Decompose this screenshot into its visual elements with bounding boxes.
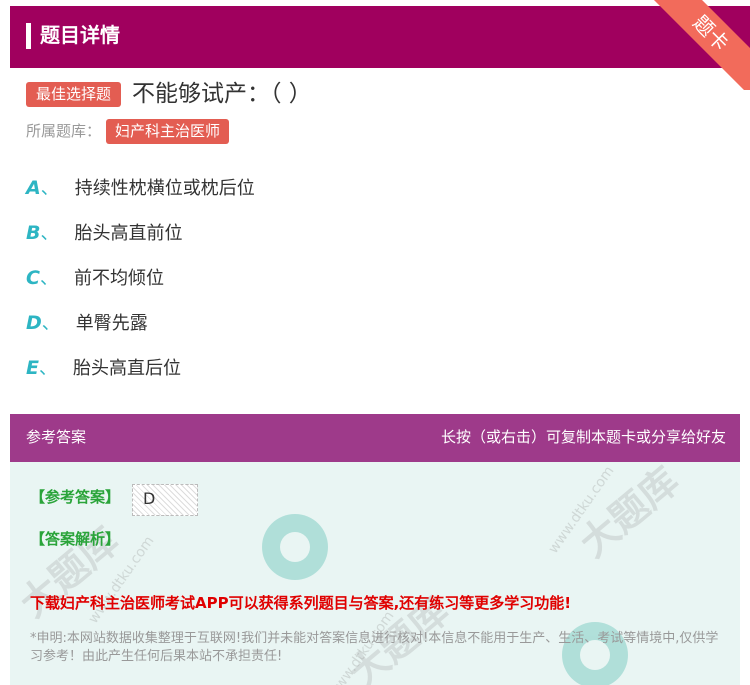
reference-answer-label: 【参考答案】 xyxy=(30,488,121,506)
option-a[interactable]: A、 持续性枕横位或枕后位 xyxy=(26,173,255,203)
app-download-promo[interactable]: 下载妇产科主治医师考试APP可以获得系列题目与答案,还有练习等更多学习功能! xyxy=(30,592,571,613)
question-type-badge: 最佳选择题 xyxy=(26,82,122,107)
library-badge[interactable]: 妇产科主治医师 xyxy=(106,119,230,144)
option-text: 前不均倾位 xyxy=(73,268,164,289)
corner-ribbon: 题卡 xyxy=(650,0,750,90)
answer-body: 大题库 大题库 大题库 www.dtku.com www.dtku.com ww… xyxy=(10,462,740,685)
watermark-url: www.dtku.com xyxy=(545,463,618,557)
option-d[interactable]: D、 单臀先露 xyxy=(26,308,148,338)
watermark-logo-icon xyxy=(262,514,328,580)
page-header: 题目详情 xyxy=(10,6,750,68)
ribbon-label: 题卡 xyxy=(650,0,750,90)
option-b[interactable]: B、 胎头高直前位 xyxy=(26,218,182,248)
option-letter: B xyxy=(26,222,41,244)
option-letter: E xyxy=(26,357,39,379)
answer-header-title: 参考答案 xyxy=(26,428,87,446)
reference-answer-value: D xyxy=(132,484,198,516)
watermark-brand: 大题库 xyxy=(571,462,688,566)
option-c[interactable]: C、 前不均倾位 xyxy=(26,263,164,293)
option-text: 单臀先露 xyxy=(75,313,148,334)
answer-header: 参考答案 长按（或右击）可复制本题卡或分享给好友 xyxy=(10,414,740,462)
option-e[interactable]: E、 胎头高直后位 xyxy=(26,353,181,383)
header-accent-bar xyxy=(26,23,31,49)
question-text: 不能够试产：（ ） xyxy=(132,81,312,107)
share-hint: 长按（或右击）可复制本题卡或分享给好友 xyxy=(440,428,726,446)
page-title: 题目详情 xyxy=(40,23,120,47)
option-letter: C xyxy=(26,267,40,289)
option-text: 持续性枕横位或枕后位 xyxy=(74,178,255,199)
analysis-label: 【答案解析】 xyxy=(30,530,121,548)
option-text: 胎头高直前位 xyxy=(74,223,183,244)
option-letter: D xyxy=(26,312,42,334)
option-letter: A xyxy=(26,177,41,199)
library-label: 所属题库： xyxy=(26,122,102,140)
disclaimer-text: *申明:本网站数据收集整理于互联网!我们并未能对答案信息进行核对!本信息不能用于… xyxy=(30,631,719,664)
option-text: 胎头高直后位 xyxy=(72,358,181,379)
